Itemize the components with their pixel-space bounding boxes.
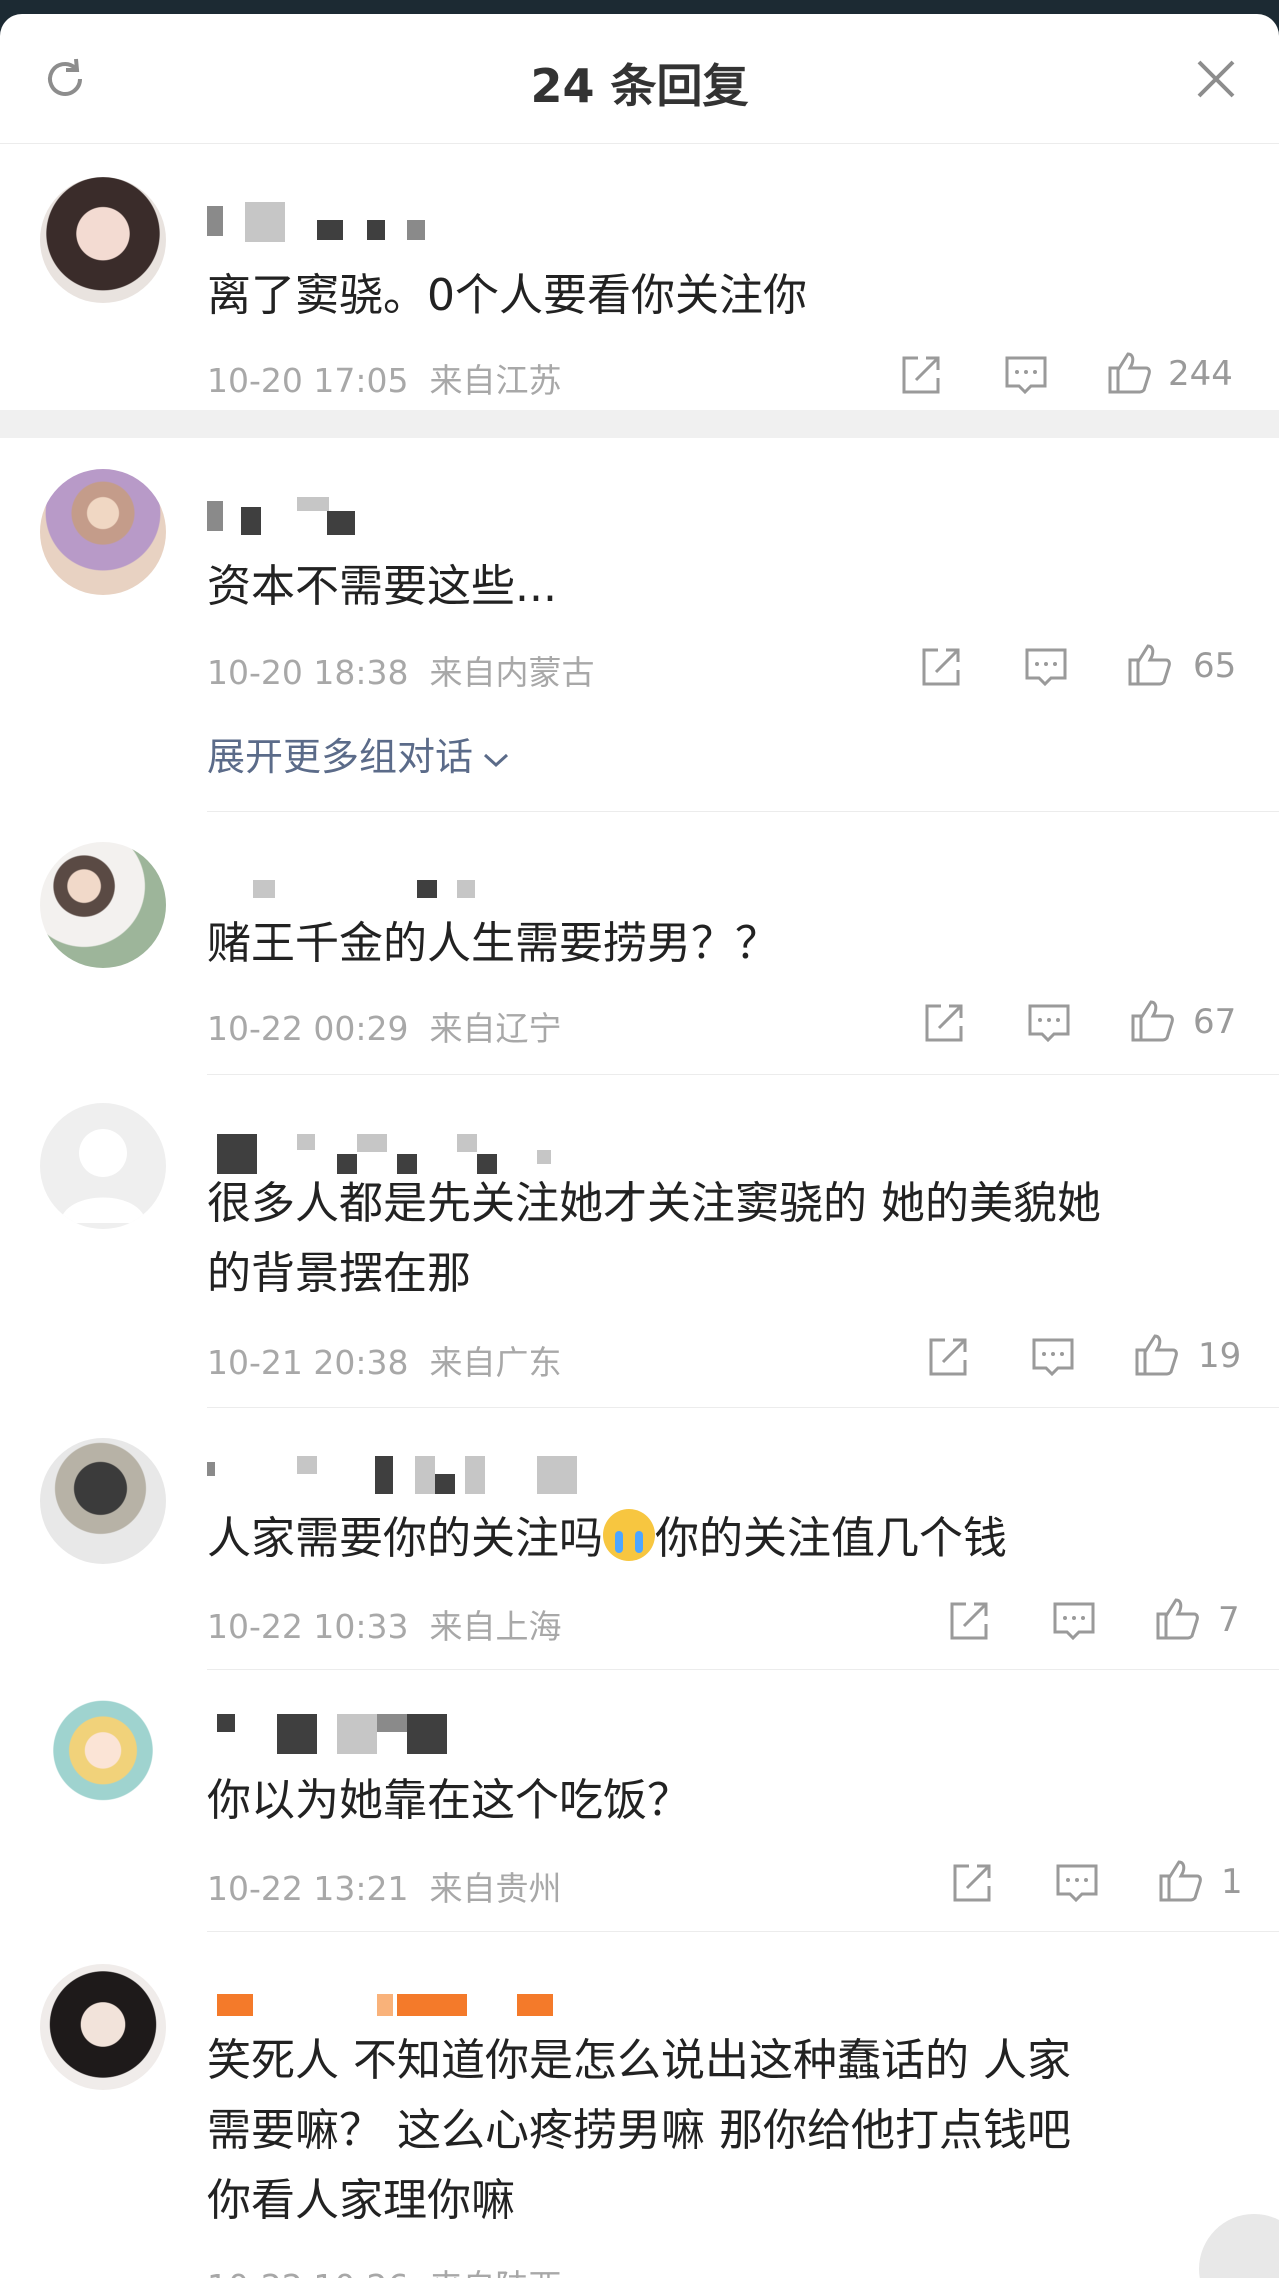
- comment-icon[interactable]: [1026, 1000, 1072, 1046]
- divider: [207, 1669, 1279, 1670]
- person-icon: [60, 1129, 146, 1223]
- username-masked[interactable]: [207, 1134, 627, 1174]
- comment-text-part: 人家需要你的关注吗: [207, 1513, 603, 1564]
- divider: [207, 1074, 1279, 1075]
- comment-location: 来自贵州: [429, 1869, 562, 1908]
- crying-emoji-icon: [603, 1509, 655, 1561]
- comment-text: 人家需要你的关注吗 你的关注值几个钱: [207, 1504, 1247, 1574]
- like-count: 1: [1221, 1862, 1243, 1902]
- comment-text-line: 笑死人 不知道你是怎么说出这种蠢话的 人家: [207, 2035, 1071, 2086]
- comment-icon[interactable]: [1051, 1598, 1097, 1644]
- like-count: 65: [1193, 646, 1237, 686]
- like-count: 7: [1218, 1600, 1240, 1640]
- like-icon[interactable]: [1157, 1858, 1203, 1904]
- comment-location: 来自辽宁: [429, 1009, 562, 1048]
- share-icon[interactable]: [925, 1334, 971, 1380]
- username-masked[interactable]: [207, 1986, 627, 2026]
- avatar[interactable]: [40, 842, 166, 968]
- comment-text-line: 很多人都是先关注她才关注窦骁的 她的美貌她: [207, 1178, 1101, 1229]
- comment-time: 10-21 20:38: [207, 1343, 409, 1382]
- like-icon[interactable]: [1133, 1332, 1179, 1378]
- divider: [207, 1931, 1279, 1932]
- share-icon[interactable]: [946, 1598, 992, 1644]
- close-icon[interactable]: [1191, 54, 1241, 104]
- comment-text: 资本不需要这些...: [207, 561, 557, 612]
- comment-text-line: 需要嘛？ 这么心疼捞男嘛 那你给他打点钱吧: [207, 2105, 1071, 2156]
- comment-time: 10-22 13:21: [207, 1869, 409, 1908]
- like-count: 67: [1193, 1002, 1237, 1042]
- like-icon[interactable]: [1154, 1596, 1200, 1642]
- share-icon[interactable]: [898, 352, 944, 398]
- comment-meta: 10-22 10:33 来自上海: [207, 1600, 561, 1648]
- comment-meta: 10-20 17:05 来自江苏: [207, 354, 561, 402]
- chevron-down-icon: [484, 753, 509, 767]
- expand-conversation-link[interactable]: 展开更多组对话: [207, 726, 511, 781]
- comment-meta: 10-20 18:38 来自内蒙古: [207, 646, 594, 694]
- comment-time: 10-22 10:26: [207, 2267, 408, 2278]
- comment-icon[interactable]: [1054, 1860, 1100, 1906]
- avatar[interactable]: [40, 1438, 166, 1564]
- comment-location: 来自上海: [429, 1607, 562, 1646]
- expand-label: 展开更多组对话: [207, 735, 474, 779]
- comment-time: 10-20 17:05: [207, 361, 409, 400]
- comment-location: 来自江苏: [429, 361, 562, 400]
- comment-text-part: 你的关注值几个钱: [655, 1513, 1007, 1564]
- comment-text: 你以为她靠在这个吃饭？: [207, 1775, 691, 1826]
- avatar[interactable]: [40, 177, 166, 303]
- comment-text-line: 你看人家理你嘛: [207, 2175, 515, 2226]
- username-masked[interactable]: [207, 872, 627, 912]
- comment-location: 来自广东: [429, 1343, 562, 1382]
- comment-meta: 10-22 00:29 来自辽宁: [207, 1002, 561, 1050]
- comment-time: 10-22 10:33: [207, 1607, 409, 1646]
- comment-text: 赌王千金的人生需要捞男？？: [207, 918, 779, 969]
- like-icon[interactable]: [1106, 350, 1152, 396]
- username-masked[interactable]: [207, 1714, 627, 1754]
- comment-meta: 10-22 13:21 来自贵州: [207, 1862, 561, 1910]
- username-masked[interactable]: [207, 497, 627, 537]
- comment-meta: 10-21 20:38 来自广东: [207, 1336, 561, 1384]
- like-icon[interactable]: [1129, 998, 1175, 1044]
- replies-sheet: 24 条回复 离了窦骁。0个人要看你关注你 10-20 17:05 来自江苏 2…: [0, 14, 1279, 2278]
- like-count: 19: [1198, 1336, 1242, 1376]
- username-masked[interactable]: [207, 1456, 627, 1496]
- divider: [207, 811, 1279, 812]
- comment-location: 来自陕西: [429, 2267, 561, 2278]
- share-icon[interactable]: [921, 1000, 967, 1046]
- comment-text-line: 的背景摆在那: [207, 1248, 471, 1299]
- divider: [207, 1407, 1279, 1408]
- like-icon[interactable]: [1126, 642, 1172, 688]
- share-icon[interactable]: [949, 1860, 995, 1906]
- like-count: 244: [1168, 354, 1233, 394]
- comment-icon[interactable]: [1003, 352, 1049, 398]
- share-icon[interactable]: [918, 644, 964, 690]
- avatar[interactable]: [40, 469, 166, 595]
- sheet-header: 24 条回复: [0, 14, 1279, 144]
- comment-time: 10-22 00:29: [207, 1009, 409, 1048]
- comment-icon[interactable]: [1030, 1334, 1076, 1380]
- section-gap: [0, 410, 1279, 438]
- avatar[interactable]: [40, 1964, 166, 2090]
- page-title: 24 条回复: [530, 59, 749, 113]
- comment-text: 离了窦骁。0个人要看你关注你: [207, 270, 807, 321]
- username-masked[interactable]: [207, 202, 627, 242]
- comment-icon[interactable]: [1023, 644, 1069, 690]
- comment-time: 10-20 18:38: [207, 653, 409, 692]
- avatar[interactable]: [40, 1700, 166, 1826]
- comment-meta: 10-22 10:26 来自陕西: [207, 2260, 561, 2278]
- default-avatar[interactable]: [40, 1103, 166, 1229]
- comment-location: 来自内蒙古: [429, 653, 595, 692]
